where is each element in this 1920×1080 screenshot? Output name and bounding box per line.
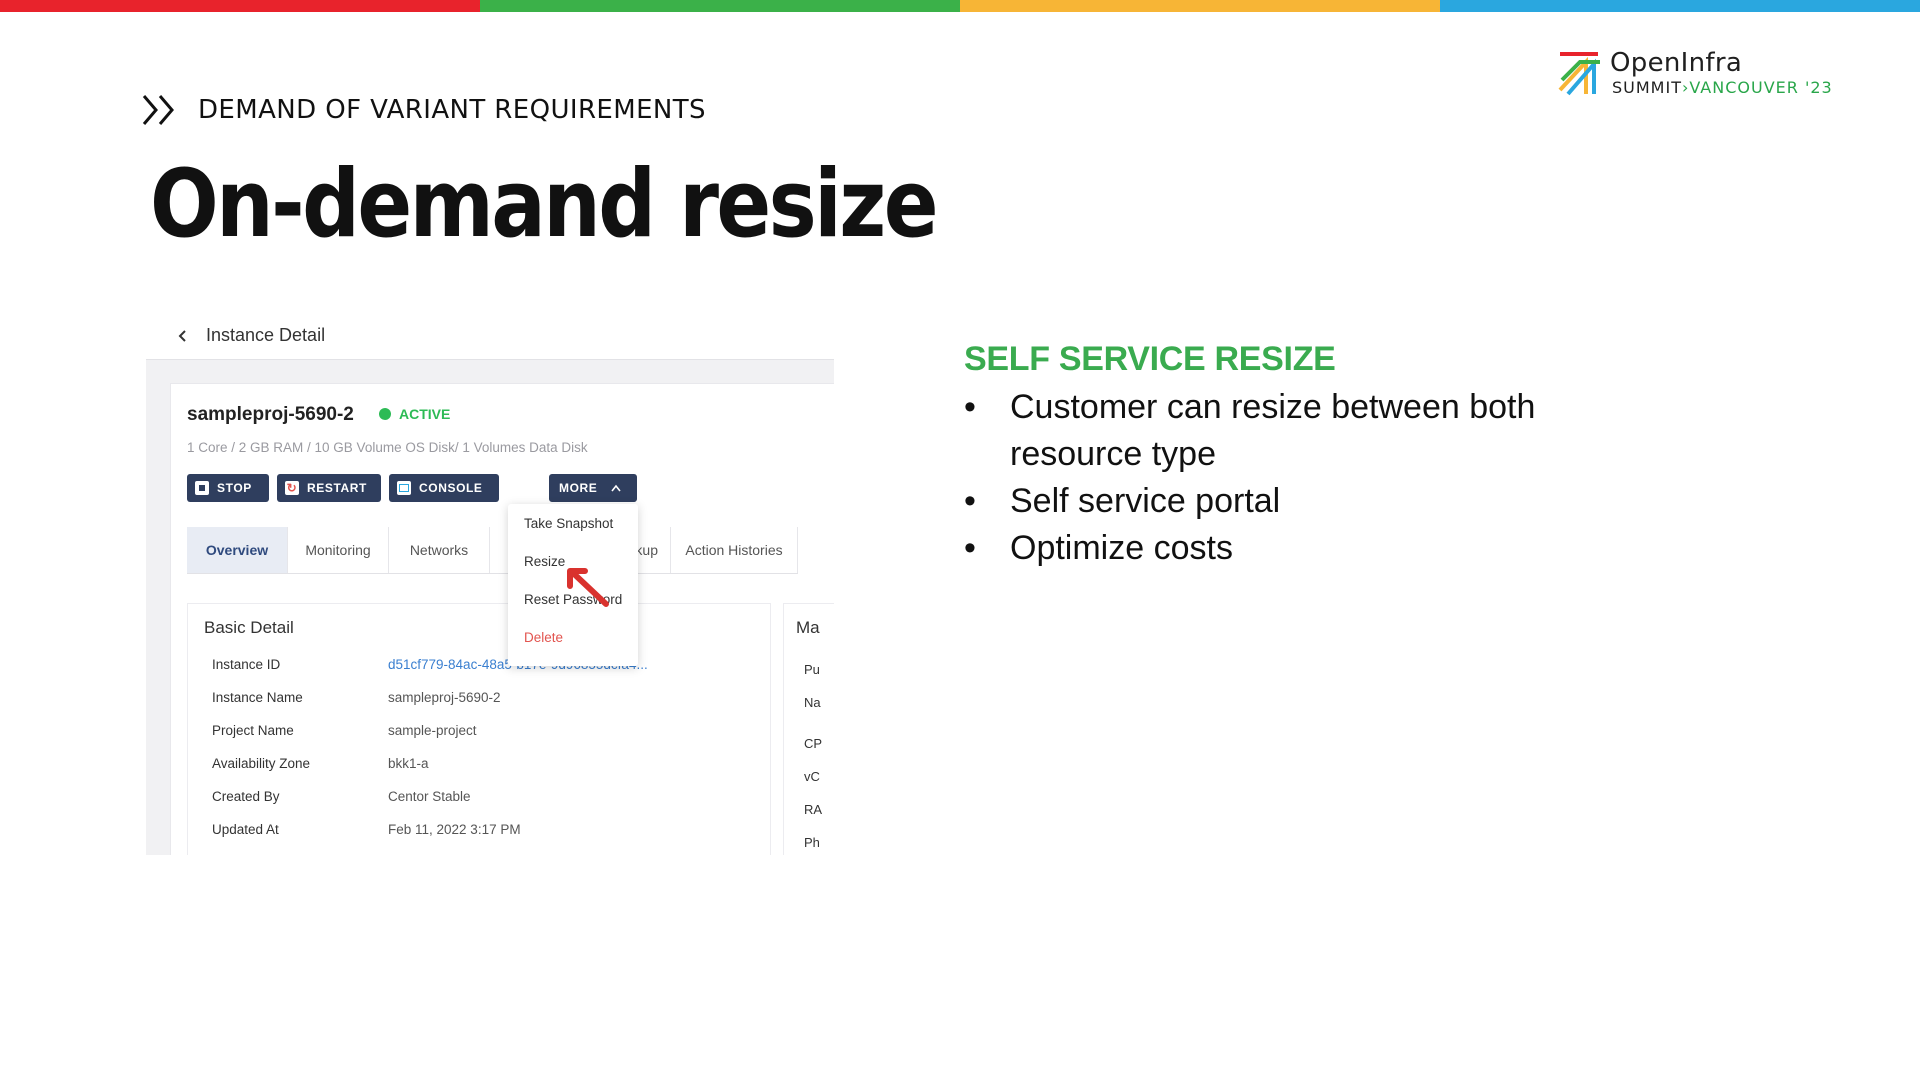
status-badge: ACTIVE	[379, 406, 450, 422]
menu-delete[interactable]: Delete	[524, 630, 563, 645]
logo-subtitle: SUMMIT›VANCOUVER '23	[1612, 78, 1833, 97]
color-stripe	[0, 0, 1920, 12]
row-value: Feb 11, 2022 3:17 PM	[388, 822, 521, 837]
menu-resize[interactable]: Resize	[524, 554, 565, 569]
bullet-item: • Optimize costs	[964, 525, 1604, 572]
instance-card: sampleproj-5690-2 ACTIVE 1 Core / 2 GB R…	[170, 383, 834, 855]
row-label: Project Name	[212, 723, 294, 738]
tab-networks[interactable]: Networks	[389, 527, 490, 573]
side-panel-row: vC	[804, 769, 820, 784]
logo-name: OpenInfra	[1610, 48, 1743, 78]
stripe-red	[0, 0, 480, 12]
restart-button[interactable]: ↻ RESTART	[277, 474, 381, 502]
basic-detail-panel: Basic Detail Instance ID d51cf779-84ac-4…	[187, 603, 771, 855]
bullet-text: Self service portal	[1010, 482, 1281, 520]
side-panel-title: Ma	[796, 618, 820, 637]
instance-detail-screenshot: Instance Detail sampleproj-5690-2 ACTIVE…	[146, 315, 834, 855]
side-panel-row: Ph	[804, 835, 820, 850]
chevron-left-icon	[178, 329, 186, 342]
bullet-item: • Customer can resize between both resour…	[964, 384, 1604, 478]
row-label: Instance ID	[212, 657, 281, 672]
stripe-yellow	[960, 0, 1440, 12]
row-value: bkk1-a	[388, 756, 429, 771]
tab-bar: Overview Monitoring Networks Backup Acti…	[187, 527, 798, 574]
openinfra-logo: OpenInfra SUMMIT›VANCOUVER '23	[1558, 48, 1848, 100]
slide-title: On-demand resize	[150, 150, 939, 259]
more-button[interactable]: MORE	[549, 474, 637, 502]
back-link[interactable]: Instance Detail	[176, 325, 325, 346]
bullet-dot-icon: •	[964, 388, 976, 426]
stripe-green	[480, 0, 960, 12]
restart-label: RESTART	[307, 481, 367, 495]
instance-name: sampleproj-5690-2	[187, 404, 354, 425]
section-title: DEMAND OF VARIANT REQUIREMENTS	[198, 95, 706, 125]
back-label: Instance Detail	[206, 325, 326, 345]
tab-monitoring[interactable]: Monitoring	[288, 527, 389, 573]
row-label: Instance Name	[212, 690, 303, 705]
row-value: sample-project	[388, 723, 477, 738]
bullet-dot-icon: •	[964, 529, 976, 567]
tab-action-histories[interactable]: Action Histories	[671, 527, 798, 573]
stop-label: STOP	[217, 481, 252, 495]
side-panel-row: Na	[804, 695, 821, 710]
bullet-list: • Customer can resize between both resour…	[964, 384, 1604, 572]
row-value: Centor Stable	[388, 789, 471, 804]
openinfra-logo-icon	[1558, 52, 1600, 96]
stop-button[interactable]: STOP	[187, 474, 269, 502]
side-panel-row: Pu	[804, 662, 820, 677]
row-label: Created By	[212, 789, 280, 804]
stripe-blue	[1440, 0, 1920, 12]
more-label: MORE	[559, 481, 598, 495]
side-panel-row: RA	[804, 802, 823, 817]
logo-city: VANCOUVER '23	[1689, 78, 1833, 97]
console-icon	[397, 481, 411, 495]
status-text: ACTIVE	[399, 406, 451, 422]
side-panel: Ma Pu Na CP vC RA Ph	[783, 603, 834, 855]
bullet-dot-icon: •	[964, 482, 976, 520]
instance-spec: 1 Core / 2 GB RAM / 10 GB Volume OS Disk…	[187, 440, 588, 455]
menu-take-snapshot[interactable]: Take Snapshot	[524, 516, 613, 531]
side-panel-row: CP	[804, 736, 823, 751]
status-dot-icon	[379, 408, 391, 420]
console-label: CONSOLE	[419, 481, 483, 495]
chevron-up-icon	[611, 484, 622, 492]
double-chevron-right-icon	[142, 95, 174, 125]
self-service-heading: SELF SERVICE RESIZE	[964, 340, 1336, 378]
bullet-text: Optimize costs	[1010, 529, 1233, 567]
restart-icon: ↻	[285, 481, 299, 495]
basic-detail-title: Basic Detail	[204, 618, 294, 637]
stop-icon	[195, 481, 209, 495]
console-button[interactable]: CONSOLE	[389, 474, 499, 502]
section-label: DEMAND OF VARIANT REQUIREMENTS	[140, 92, 706, 128]
row-label: Availability Zone	[212, 756, 311, 771]
bullet-text: Customer can resize between both resourc…	[1010, 388, 1536, 473]
bullet-item: • Self service portal	[964, 478, 1604, 525]
tab-overview[interactable]: Overview	[187, 527, 288, 573]
row-label: Updated At	[212, 822, 279, 837]
row-value: sampleproj-5690-2	[388, 690, 501, 705]
pointer-arrow-icon	[567, 568, 609, 607]
logo-summit: SUMMIT	[1612, 78, 1682, 97]
